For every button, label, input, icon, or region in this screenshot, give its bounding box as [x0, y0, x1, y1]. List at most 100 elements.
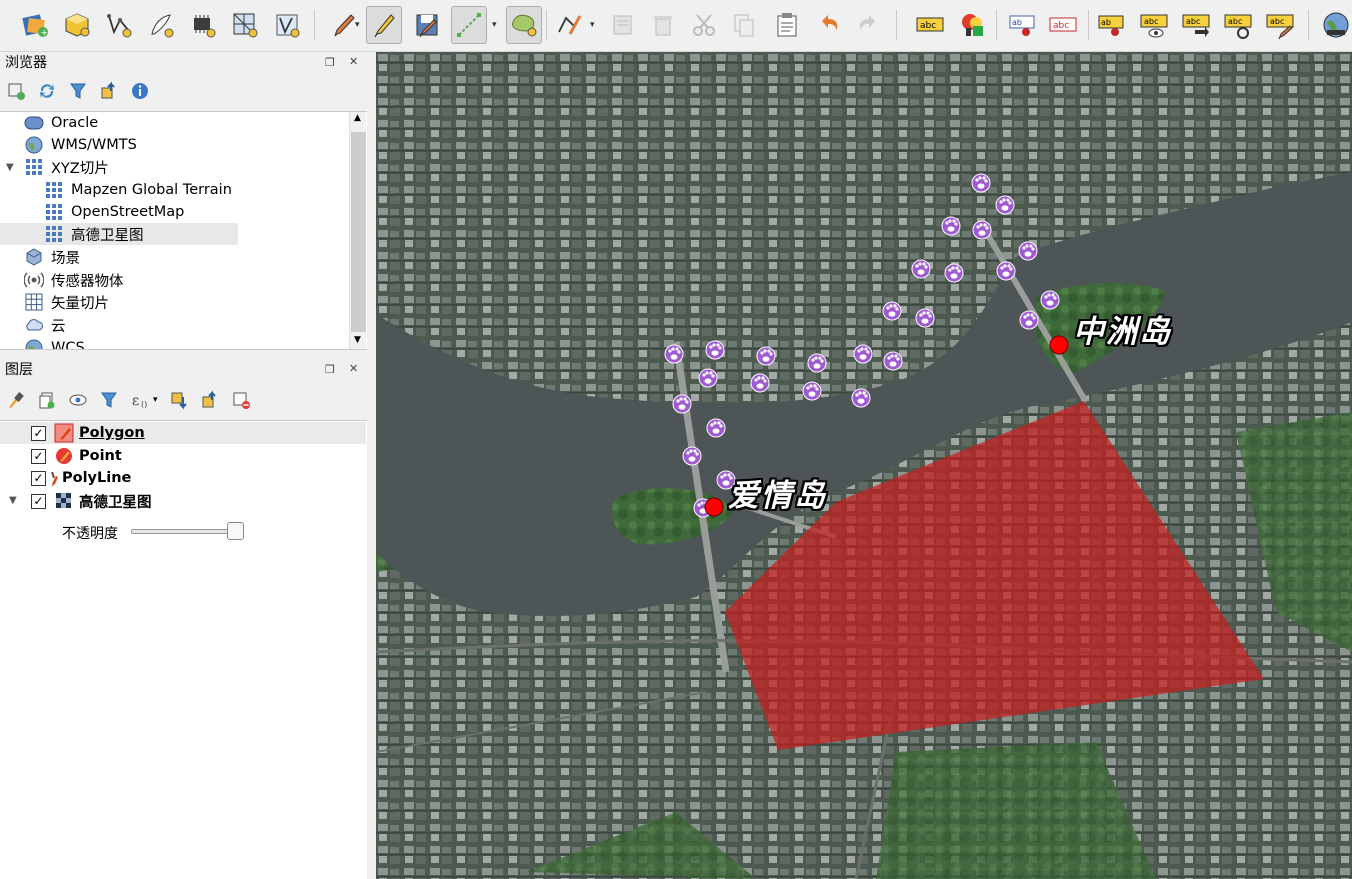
- browser-item-gaode[interactable]: 高德卫星图: [0, 223, 238, 245]
- chevron-down-icon[interactable]: ▾: [153, 395, 158, 405]
- layer-label: PolyLine: [62, 470, 132, 486]
- browser-item-label: Oracle: [51, 115, 99, 131]
- label-highlight-icon[interactable]: abc: [1045, 6, 1081, 44]
- new-memory-layer-icon[interactable]: [185, 6, 221, 44]
- float-panel-icon[interactable]: ❐: [325, 56, 335, 69]
- vertex-editor-icon[interactable]: [551, 6, 587, 44]
- label-tool-icon[interactable]: abc: [912, 6, 948, 44]
- raster-layer-icon: [54, 491, 74, 511]
- layer-item-polygon[interactable]: ✓ Polygon: [0, 422, 366, 444]
- browser-item-vector-tiles[interactable]: 矢量切片: [24, 291, 109, 313]
- scroll-up-icon[interactable]: ▲: [354, 113, 361, 123]
- trash-icon[interactable]: [645, 6, 681, 44]
- svg-text:abc: abc: [1053, 21, 1069, 31]
- vertex-tool-icon[interactable]: [451, 6, 487, 44]
- expand-arrow-icon[interactable]: ▼: [6, 162, 14, 173]
- add-group-icon[interactable]: [37, 390, 57, 410]
- layer-visibility-checkbox[interactable]: ✓: [31, 470, 46, 486]
- browser-item-label: WCS: [51, 340, 85, 350]
- add-polygon-icon[interactable]: [506, 6, 542, 44]
- browser-item-label: 云: [51, 318, 66, 335]
- scroll-down-icon[interactable]: ▼: [354, 335, 361, 345]
- grid-icon: [24, 292, 44, 312]
- cloud-icon: [24, 315, 44, 335]
- label-rotate-icon[interactable]: abc: [1178, 6, 1214, 44]
- browser-scrollbar[interactable]: ▲ ▼: [349, 112, 366, 349]
- grid-icon: [44, 224, 64, 244]
- layer-visibility-checkbox[interactable]: ✓: [31, 448, 46, 464]
- panel-splitter[interactable]: [369, 52, 375, 879]
- layer-item-gaode-satellite[interactable]: ✓ 高德卫星图: [31, 490, 152, 512]
- browser-item-wms[interactable]: WMS/WMTS: [24, 134, 137, 156]
- expand-all-icon[interactable]: [169, 390, 189, 410]
- sensor-icon: [24, 270, 44, 290]
- layer-item-polyline[interactable]: ✓ PolyLine: [31, 467, 131, 489]
- scrollbar-thumb[interactable]: [351, 132, 366, 332]
- data-source-manager-icon[interactable]: +: [17, 6, 53, 44]
- browser-item-oracle[interactable]: Oracle: [24, 112, 98, 134]
- remove-layer-icon[interactable]: [231, 390, 251, 410]
- filter-icon[interactable]: [99, 390, 119, 410]
- float-panel-icon[interactable]: ❐: [325, 363, 335, 376]
- label-edit-icon[interactable]: abc: [1262, 6, 1298, 44]
- redo-icon[interactable]: [851, 6, 887, 44]
- layer-visibility-checkbox[interactable]: ✓: [31, 493, 46, 509]
- filter-icon[interactable]: [68, 81, 88, 101]
- label-change-icon[interactable]: abc: [1220, 6, 1256, 44]
- style-panel-icon[interactable]: [6, 390, 26, 410]
- layer-item-point[interactable]: ✓ Point: [31, 445, 122, 467]
- collapse-all-icon[interactable]: [99, 81, 119, 101]
- paste-icon[interactable]: [769, 6, 805, 44]
- chevron-down-icon[interactable]: ▾: [355, 20, 360, 30]
- new-virtual-layer-icon[interactable]: [227, 6, 263, 44]
- close-icon[interactable]: ✕: [349, 362, 358, 375]
- opacity-slider-handle[interactable]: [227, 522, 244, 540]
- expand-arrow-icon[interactable]: ▼: [9, 495, 17, 506]
- copy-icon[interactable]: [726, 6, 762, 44]
- new-spatialite-icon[interactable]: [269, 6, 305, 44]
- chevron-down-icon[interactable]: ▾: [590, 20, 595, 30]
- browser-item-sensor[interactable]: 传感器物体: [24, 269, 124, 291]
- toggle-editing-icon[interactable]: [366, 6, 402, 44]
- browser-item-wcs[interactable]: WCS: [24, 337, 85, 350]
- close-icon[interactable]: ✕: [349, 55, 358, 68]
- plugin-globe-icon[interactable]: [1318, 6, 1352, 44]
- collapse-all-icon[interactable]: [200, 390, 220, 410]
- style-manager-icon[interactable]: [955, 6, 991, 44]
- database-icon: [24, 113, 44, 133]
- expression-filter-icon[interactable]: ε(): [130, 390, 150, 410]
- label-move-icon[interactable]: ab: [1094, 6, 1130, 44]
- label-pin-icon[interactable]: ab: [1005, 6, 1041, 44]
- grid-icon: [24, 157, 44, 177]
- browser-item-label: 矢量切片: [51, 295, 109, 312]
- visibility-eye-icon[interactable]: [68, 390, 88, 410]
- line-layer-icon: [48, 468, 60, 488]
- browser-item-osm[interactable]: OpenStreetMap: [44, 201, 184, 223]
- cut-icon[interactable]: [686, 6, 722, 44]
- undo-icon[interactable]: [810, 6, 846, 44]
- add-selected-layers-icon[interactable]: [6, 81, 26, 101]
- svg-text:ε: ε: [132, 393, 139, 409]
- new-geopackage-icon[interactable]: [59, 6, 95, 44]
- browser-item-label: 传感器物体: [51, 273, 124, 290]
- svg-text:(): (): [141, 400, 147, 409]
- refresh-icon[interactable]: [37, 81, 57, 101]
- digitize-icon[interactable]: [143, 6, 179, 44]
- point-marker-aiqing[interactable]: [704, 497, 724, 517]
- new-shapefile-icon[interactable]: [101, 6, 137, 44]
- browser-item-scene[interactable]: 场景: [24, 246, 80, 268]
- browser-panel-title: 浏览器: [5, 55, 47, 71]
- browser-item-cloud[interactable]: 云: [24, 314, 66, 336]
- delete-icon[interactable]: [605, 6, 641, 44]
- info-icon[interactable]: [130, 81, 150, 101]
- layer-visibility-checkbox[interactable]: ✓: [31, 425, 46, 441]
- map-canvas[interactable]: 中洲岛 爱情岛: [376, 52, 1352, 879]
- browser-item-label: OpenStreetMap: [71, 204, 185, 220]
- point-marker-zhongzhou[interactable]: [1049, 335, 1069, 355]
- chevron-down-icon[interactable]: ▾: [492, 20, 497, 30]
- save-edits-icon[interactable]: [409, 6, 445, 44]
- browser-item-xyz[interactable]: XYZ切片: [24, 156, 109, 178]
- label-show-icon[interactable]: abc: [1136, 6, 1172, 44]
- browser-item-mapzen[interactable]: Mapzen Global Terrain: [44, 179, 232, 201]
- grid-icon: [44, 180, 64, 200]
